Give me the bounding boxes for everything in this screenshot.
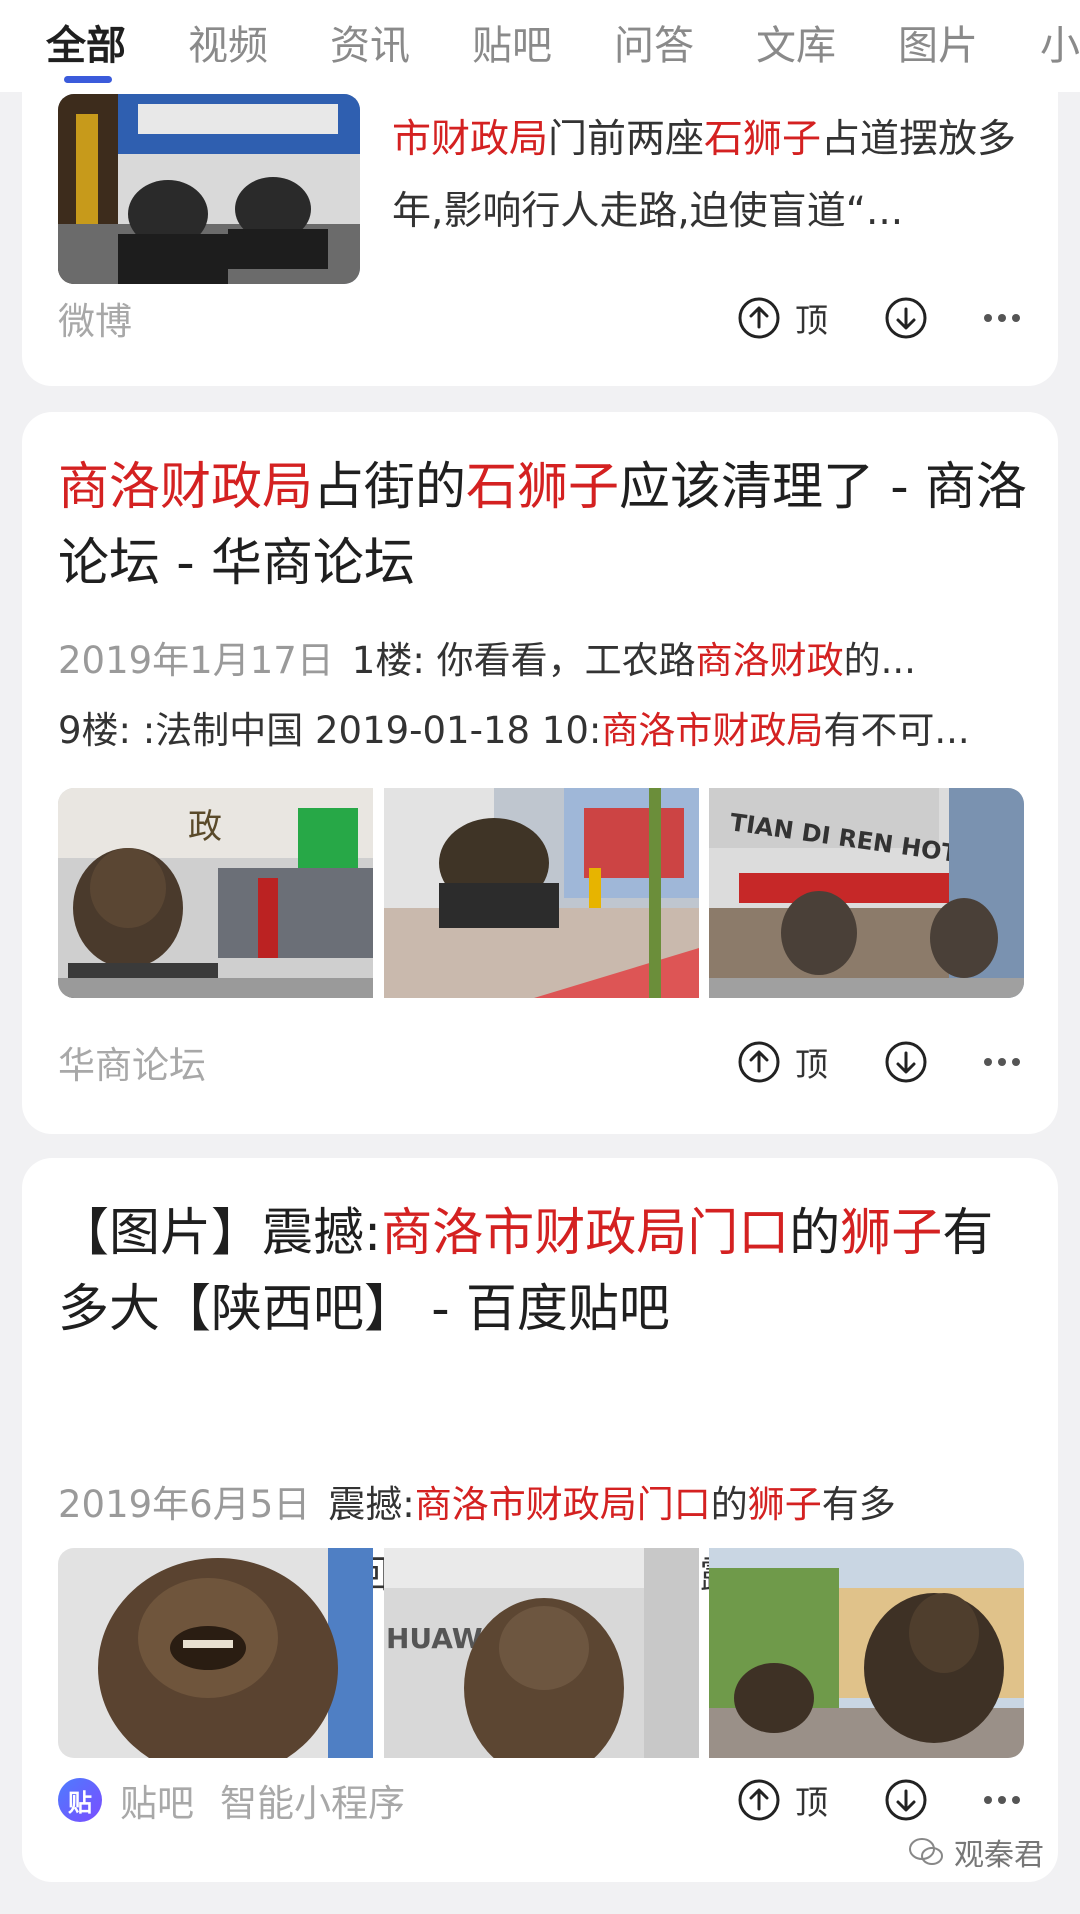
result-image-row: HUAW	[58, 1548, 1024, 1758]
result-snippet: 市财政局门前两座石狮子占道摆放多年,影响行人走路,迫使盲道“...	[392, 104, 1032, 248]
vote-up-icon[interactable]	[737, 296, 781, 340]
vote-down-icon[interactable]	[884, 1778, 928, 1822]
highlighted-keyword: 石狮子	[704, 117, 822, 162]
text-segment: 的	[710, 1483, 748, 1526]
tab-5[interactable]: 文库	[756, 26, 836, 66]
text-segment: 占街的	[313, 458, 467, 517]
highlighted-keyword: 狮子	[747, 1483, 822, 1526]
vote-down-icon[interactable]	[884, 1040, 928, 1084]
tab-0[interactable]: 全部	[46, 26, 126, 83]
result-snippet: 2019年1月17日 1楼: 你看看，工农路商洛财政的... 9楼: :法制中国 …	[58, 626, 1038, 766]
vote-down-icon[interactable]	[884, 296, 928, 340]
highlighted-keyword: 商洛财政局	[58, 458, 314, 517]
result-date: 2019年6月5日	[58, 1483, 311, 1526]
result-image[interactable]	[709, 1548, 1024, 1758]
result-image-row: 政 TIAN DI REN HOTEL	[58, 788, 1024, 998]
result-footer: 华商论坛 顶	[58, 1032, 1022, 1092]
text-segment: 9楼: :法制中国 2019-01-18 10:	[58, 709, 602, 752]
highlighted-keyword: 商洛财政	[695, 639, 844, 682]
result-image[interactable]: TIAN DI REN HOTEL	[709, 788, 1024, 998]
vote-up-label[interactable]: 顶	[795, 1038, 828, 1086]
highlighted-keyword: 商洛市财政局门口	[414, 1483, 711, 1526]
text-segment: 的	[789, 1204, 841, 1263]
more-options-icon[interactable]	[982, 1794, 1022, 1806]
building-sign-text: 政	[188, 807, 222, 847]
text-segment: 门前两座	[548, 117, 705, 162]
huawei-sign-text: HUAW	[386, 1622, 483, 1655]
result-source[interactable]: 微博	[58, 291, 132, 345]
result-source[interactable]: 华商论坛	[58, 1035, 206, 1089]
text-segment: 的...	[843, 639, 916, 682]
tab-3[interactable]: 贴吧	[472, 26, 552, 66]
result-card-tieba[interactable]: 【图片】震撼:商洛市财政局门口的狮子有多大【陕西吧】 - 百度贴吧 2019年6…	[22, 1158, 1058, 1882]
tab-1[interactable]: 视频	[188, 26, 268, 66]
tab-4[interactable]: 问答	[614, 26, 694, 66]
result-title[interactable]: 【图片】震撼:商洛市财政局门口的狮子有多大【陕西吧】 - 百度贴吧	[58, 1196, 1028, 1348]
result-card-huashang[interactable]: 商洛财政局占街的石狮子应该清理了 - 商洛论坛 - 华商论坛 2019年1月17…	[22, 412, 1058, 1134]
wechat-watermark: 观秦君	[908, 1830, 1044, 1874]
text-segment: 震撼:	[328, 1483, 415, 1526]
text-segment: 【图片】震撼:	[58, 1204, 382, 1263]
tab-7[interactable]: 小视	[1040, 26, 1080, 66]
result-thumbnail[interactable]	[58, 94, 360, 284]
wechat-icon	[909, 1838, 943, 1865]
result-footer: 微博 顶	[58, 288, 1022, 348]
text-segment: 1楼: 你看看，工农路	[351, 639, 696, 682]
result-title[interactable]: 商洛财政局占街的石狮子应该清理了 - 商洛论坛 - 华商论坛	[58, 450, 1028, 602]
mini-program-label[interactable]: 智能小程序	[220, 1773, 405, 1827]
text-segment: 有多	[821, 1483, 896, 1526]
search-tab-bar: 全部 视频 资讯 贴吧 问答 文库 图片 小视	[0, 0, 1080, 92]
highlighted-keyword: 商洛市财政局	[601, 709, 824, 752]
highlighted-keyword: 市财政局	[392, 117, 549, 162]
vote-up-icon[interactable]	[737, 1778, 781, 1822]
watermark-text: 观秦君	[954, 1838, 1044, 1873]
result-source[interactable]: 贴吧	[120, 1773, 194, 1827]
result-image[interactable]	[383, 788, 699, 998]
result-footer: 贴 贴吧 智能小程序 顶	[58, 1770, 1022, 1830]
result-image[interactable]: 政	[58, 788, 373, 998]
tieba-logo-icon: 贴	[58, 1778, 102, 1822]
vote-up-label[interactable]: 顶	[795, 294, 828, 342]
highlighted-keyword: 石狮子	[466, 458, 620, 517]
result-image[interactable]: HUAW	[383, 1548, 699, 1758]
vote-up-icon[interactable]	[737, 1040, 781, 1084]
highlighted-keyword: 商洛市财政局门口	[381, 1204, 790, 1263]
more-options-icon[interactable]	[982, 312, 1022, 324]
tab-6[interactable]: 图片	[898, 26, 978, 66]
text-segment: 有不可...	[823, 709, 970, 752]
result-image[interactable]	[58, 1548, 373, 1758]
highlighted-keyword: 狮子	[840, 1204, 943, 1263]
active-tab-indicator	[64, 76, 112, 83]
result-date: 2019年1月17日	[58, 639, 334, 682]
more-options-icon[interactable]	[982, 1056, 1022, 1068]
tab-2[interactable]: 资讯	[330, 26, 410, 66]
vote-up-label[interactable]: 顶	[795, 1776, 828, 1824]
